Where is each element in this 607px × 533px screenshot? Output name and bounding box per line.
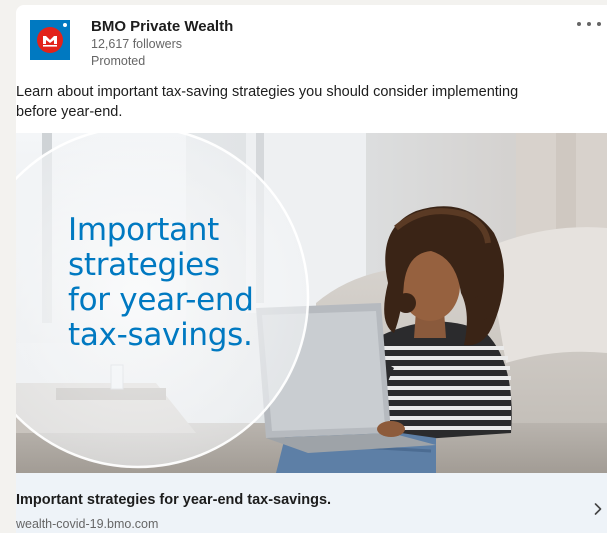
follower-count: 12,617 followers xyxy=(91,37,183,51)
registered-mark xyxy=(63,23,67,27)
ad-image[interactable]: Important strategies for year-end tax-sa… xyxy=(16,133,607,473)
bmo-m-bar-icon xyxy=(43,35,57,47)
promoted-label: Promoted xyxy=(91,54,146,68)
more-horizontal-icon xyxy=(577,22,581,26)
ad-headline-line: for year-end xyxy=(68,282,254,318)
ad-headline: Important strategies for year-end tax-sa… xyxy=(68,213,254,353)
ad-headline-line: tax-savings. xyxy=(68,317,253,353)
ad-headline-line: Important xyxy=(68,212,219,248)
post-commentary-line: Learn about important tax-saving strateg… xyxy=(16,84,519,100)
ad-link-footer[interactable]: Important strategies for year-end tax-sa… xyxy=(16,473,607,533)
post-header: BMO Private Wealth 12,617 followers Prom… xyxy=(16,5,607,77)
ad-link-url: wealth-covid-19.bmo.com xyxy=(16,517,159,531)
ad-headline-line: strategies xyxy=(68,247,220,283)
company-logo[interactable] xyxy=(30,20,70,60)
more-options-button[interactable] xyxy=(575,17,603,31)
bmo-roundel-icon xyxy=(37,27,63,53)
post-commentary-line: before year-end. xyxy=(16,104,123,120)
ad-link-title[interactable]: Important strategies for year-end tax-sa… xyxy=(16,491,331,509)
sponsored-post-card: BMO Private Wealth 12,617 followers Prom… xyxy=(16,5,607,533)
chevron-right-icon[interactable] xyxy=(593,502,603,516)
post-commentary: Learn about important tax-saving strateg… xyxy=(16,82,607,122)
more-icon-dot xyxy=(597,22,601,26)
more-icon-dot xyxy=(587,22,591,26)
company-name-link[interactable]: BMO Private Wealth xyxy=(91,18,233,36)
